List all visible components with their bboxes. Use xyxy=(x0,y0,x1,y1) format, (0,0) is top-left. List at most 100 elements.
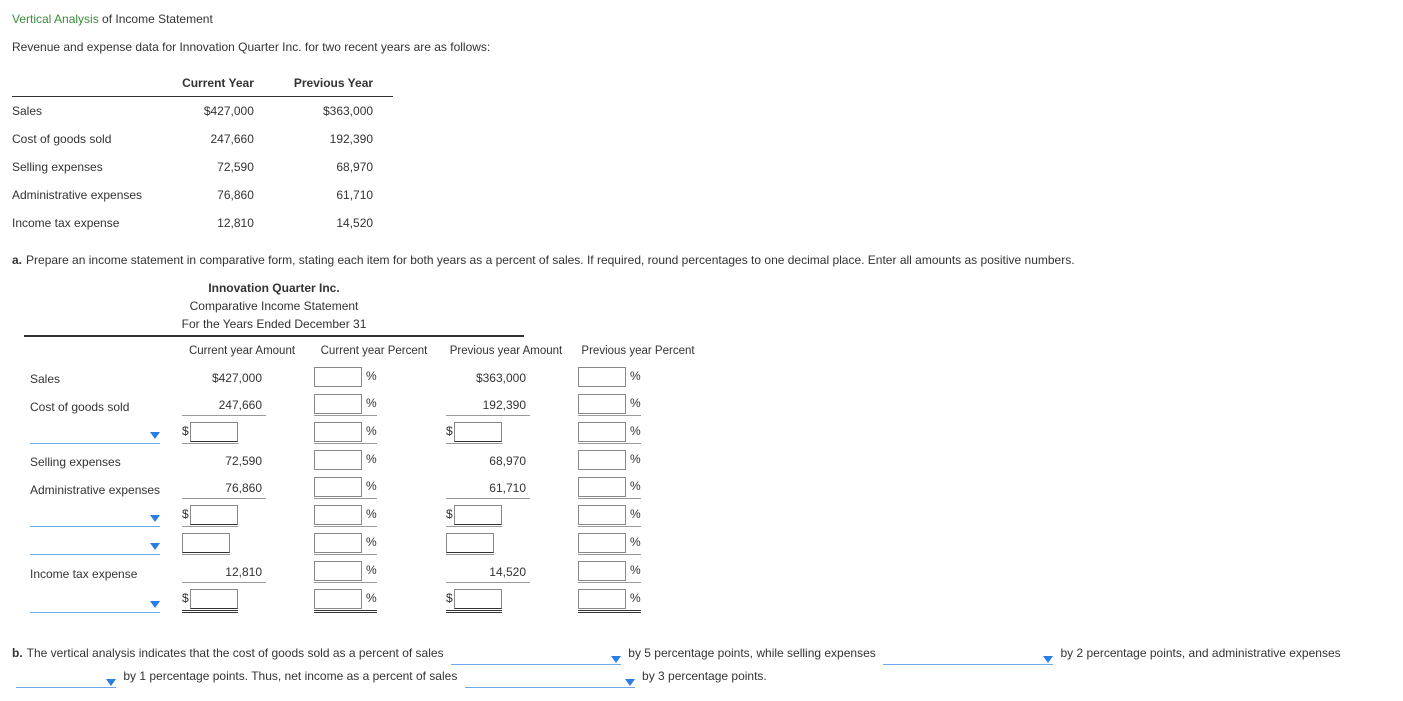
col-py-amt: Previous year Amount xyxy=(440,339,572,364)
pct-sign: % xyxy=(366,479,377,493)
part-a-text: Prepare an income statement in comparati… xyxy=(26,253,1075,267)
pct-sign: % xyxy=(630,452,641,466)
part-b-prompt: b.The vertical analysis indicates that t… xyxy=(12,642,1391,688)
pct-sign: % xyxy=(366,591,377,605)
cy-pct-cogs-input[interactable] xyxy=(314,394,362,414)
chevron-down-icon xyxy=(1043,656,1053,663)
cy-pct-input-3[interactable] xyxy=(314,533,362,553)
py-amt-input-4[interactable] xyxy=(454,589,502,609)
chevron-down-icon xyxy=(625,679,635,686)
pct-sign: % xyxy=(630,369,641,383)
pct-sign: % xyxy=(630,563,641,577)
dt-cy: 76,860 xyxy=(162,181,274,209)
row-label-cogs: Cost of goods sold xyxy=(24,391,176,419)
dt-label: Administrative expenses xyxy=(12,181,162,209)
py-pct-sales-input[interactable] xyxy=(578,367,626,387)
intro-text: Revenue and expense data for Innovation … xyxy=(12,38,1391,56)
py-pct-input-1[interactable] xyxy=(578,422,626,442)
dollar-sign: $ xyxy=(446,424,453,438)
chevron-down-icon xyxy=(106,679,116,686)
pct-sign: % xyxy=(366,369,377,383)
cy-amt-admin: 76,860 xyxy=(182,479,266,499)
col-py-pct: Previous year Percent xyxy=(572,339,704,364)
dt-cy: 72,590 xyxy=(162,153,274,181)
py-pct-cogs-input[interactable] xyxy=(578,394,626,414)
part-b-seg5: by 3 percentage points. xyxy=(642,669,767,683)
part-b-seg3: by 2 percentage points, and administrati… xyxy=(1060,646,1340,660)
part-b-dropdown-1[interactable] xyxy=(451,648,621,665)
cy-pct-input-4[interactable] xyxy=(314,589,362,609)
row-label-sales: Sales xyxy=(24,364,176,391)
row-label-dropdown-4[interactable] xyxy=(30,594,160,613)
chevron-down-icon xyxy=(150,432,160,439)
dt-cy: 12,810 xyxy=(162,209,274,237)
part-b-dropdown-2[interactable] xyxy=(883,648,1053,665)
py-amt-cogs: 192,390 xyxy=(446,396,530,416)
part-b-dropdown-4[interactable] xyxy=(465,671,635,688)
pct-sign: % xyxy=(366,396,377,410)
cy-pct-input-2[interactable] xyxy=(314,505,362,525)
dollar-sign: $ xyxy=(182,424,189,438)
py-amt-input-1[interactable] xyxy=(454,422,502,442)
data-table: Current Year Previous Year Sales $427,00… xyxy=(12,70,393,237)
py-pct-tax-input[interactable] xyxy=(578,561,626,581)
row-label-dropdown-1[interactable] xyxy=(30,425,160,444)
py-amt-input-3[interactable] xyxy=(446,533,494,553)
dt-label: Cost of goods sold xyxy=(12,125,162,153)
py-pct-input-4[interactable] xyxy=(578,589,626,609)
pct-sign: % xyxy=(366,507,377,521)
cy-pct-sales-input[interactable] xyxy=(314,367,362,387)
chevron-down-icon xyxy=(150,515,160,522)
py-amt-input-2[interactable] xyxy=(454,505,502,525)
part-b-dropdown-3[interactable] xyxy=(16,671,116,688)
pct-sign: % xyxy=(366,563,377,577)
pct-sign: % xyxy=(630,479,641,493)
cy-amt-tax: 12,810 xyxy=(182,563,266,583)
dt-cy: 247,660 xyxy=(162,125,274,153)
chevron-down-icon xyxy=(150,601,160,608)
cy-amt-input-2[interactable] xyxy=(190,505,238,525)
pct-sign: % xyxy=(366,535,377,549)
pct-sign: % xyxy=(630,591,641,605)
cy-pct-tax-input[interactable] xyxy=(314,561,362,581)
cy-amt-cogs: 247,660 xyxy=(182,396,266,416)
data-th-cy: Current Year xyxy=(162,70,274,97)
cy-pct-input-1[interactable] xyxy=(314,422,362,442)
dollar-sign: $ xyxy=(446,507,453,521)
part-a-prompt: a.Prepare an income statement in compara… xyxy=(12,251,1391,269)
py-amt-tax: 14,520 xyxy=(446,563,530,583)
py-amt-selling: 68,970 xyxy=(446,452,530,471)
dt-label: Selling expenses xyxy=(12,153,162,181)
cy-amt-input-3[interactable] xyxy=(182,533,230,553)
py-pct-input-2[interactable] xyxy=(578,505,626,525)
cy-amt-selling: 72,590 xyxy=(182,452,266,471)
data-th-py: Previous Year xyxy=(274,70,393,97)
row-label-admin: Administrative expenses xyxy=(24,474,176,502)
chevron-down-icon xyxy=(150,543,160,550)
cy-amt-input-4[interactable] xyxy=(190,589,238,609)
cy-amt-sales: $427,000 xyxy=(182,369,266,388)
dollar-sign: $ xyxy=(182,591,189,605)
dollar-sign: $ xyxy=(182,507,189,521)
pct-sign: % xyxy=(630,396,641,410)
cy-pct-selling-input[interactable] xyxy=(314,450,362,470)
py-pct-selling-input[interactable] xyxy=(578,450,626,470)
page-title: Vertical Analysis of Income Statement xyxy=(12,10,1391,28)
stmt-title: Comparative Income Statement xyxy=(24,297,524,315)
part-b-seg4: by 1 percentage points. Thus, net income… xyxy=(123,669,457,683)
cy-amt-input-1[interactable] xyxy=(190,422,238,442)
title-green: Vertical Analysis xyxy=(12,12,99,26)
dt-py: 61,710 xyxy=(274,181,393,209)
py-pct-input-3[interactable] xyxy=(578,533,626,553)
cy-pct-admin-input[interactable] xyxy=(314,477,362,497)
pct-sign: % xyxy=(630,535,641,549)
part-b-seg1: The vertical analysis indicates that the… xyxy=(27,646,444,660)
pct-sign: % xyxy=(366,452,377,466)
py-pct-admin-input[interactable] xyxy=(578,477,626,497)
pct-sign: % xyxy=(630,424,641,438)
dt-cy: $427,000 xyxy=(162,97,274,126)
row-label-dropdown-3[interactable] xyxy=(30,536,160,555)
chevron-down-icon xyxy=(611,656,621,663)
row-label-dropdown-2[interactable] xyxy=(30,508,160,527)
income-statement-table: Current year Amount Current year Percent… xyxy=(24,339,704,616)
